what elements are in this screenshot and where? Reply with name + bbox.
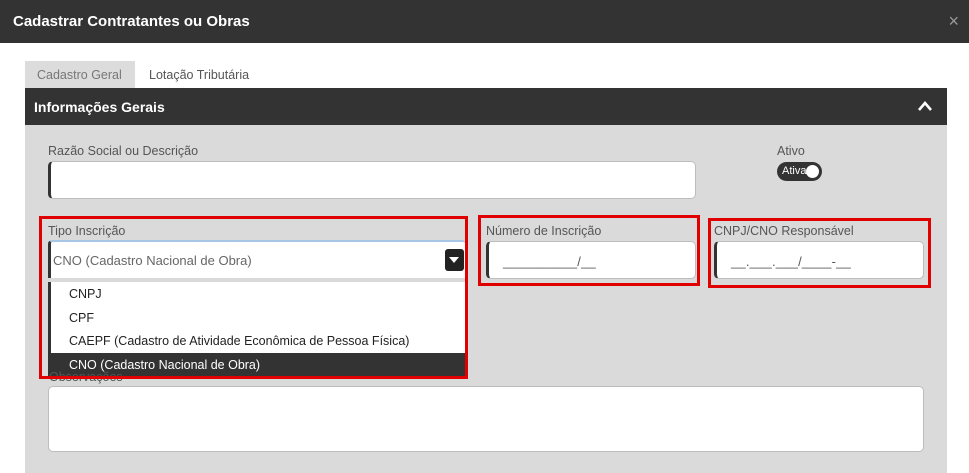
observacoes-label: Observações bbox=[49, 370, 123, 384]
close-icon[interactable]: × bbox=[948, 10, 959, 32]
dialog-title: Cadastrar Contratantes ou Obras bbox=[13, 13, 250, 30]
dialog-titlebar: Cadastrar Contratantes ou Obras × bbox=[0, 0, 969, 43]
ativo-toggle[interactable]: Ativa bbox=[777, 162, 822, 181]
numero-inscricao-label: Número de Inscrição bbox=[486, 224, 602, 238]
tab-cadastro-geral[interactable]: Cadastro Geral bbox=[25, 61, 135, 88]
numero-inscricao-mask: __________/__ bbox=[503, 254, 596, 269]
dropdown-arrow-icon[interactable] bbox=[445, 249, 464, 271]
razao-social-input[interactable] bbox=[48, 161, 696, 199]
section-title: Informações Gerais bbox=[34, 99, 165, 115]
tipo-inscricao-dropdown: CNPJ CPF CAEPF (Cadastro de Atividade Ec… bbox=[48, 282, 466, 377]
observacoes-textarea[interactable] bbox=[48, 386, 924, 452]
tipo-inscricao-selected-value: CNO (Cadastro Nacional de Obra) bbox=[53, 253, 252, 268]
ativo-label: Ativo bbox=[777, 144, 805, 158]
section-header[interactable]: Informações Gerais bbox=[25, 88, 947, 125]
numero-inscricao-input[interactable]: __________/__ bbox=[486, 241, 696, 279]
cnpj-cno-responsavel-label: CNPJ/CNO Responsável bbox=[714, 224, 854, 238]
chevron-up-icon[interactable] bbox=[917, 99, 933, 113]
dropdown-option-cnpj[interactable]: CNPJ bbox=[51, 282, 466, 305]
dropdown-option-cpf[interactable]: CPF bbox=[51, 306, 466, 329]
tipo-inscricao-select[interactable]: CNO (Cadastro Nacional de Obra) bbox=[48, 240, 466, 278]
dropdown-option-caepf[interactable]: CAEPF (Cadastro de Atividade Econômica d… bbox=[51, 329, 466, 352]
cnpj-cno-responsavel-mask: __.___.___/____-__ bbox=[731, 254, 851, 269]
cnpj-cno-responsavel-input[interactable]: __.___.___/____-__ bbox=[714, 241, 924, 279]
toggle-knob bbox=[806, 165, 819, 178]
razao-social-label: Razão Social ou Descrição bbox=[48, 144, 199, 158]
ativo-toggle-text: Ativa bbox=[782, 165, 807, 177]
tab-lotacao-tributaria[interactable]: Lotação Tributária bbox=[137, 61, 267, 88]
tipo-inscricao-label: Tipo Inscrição bbox=[48, 224, 126, 238]
